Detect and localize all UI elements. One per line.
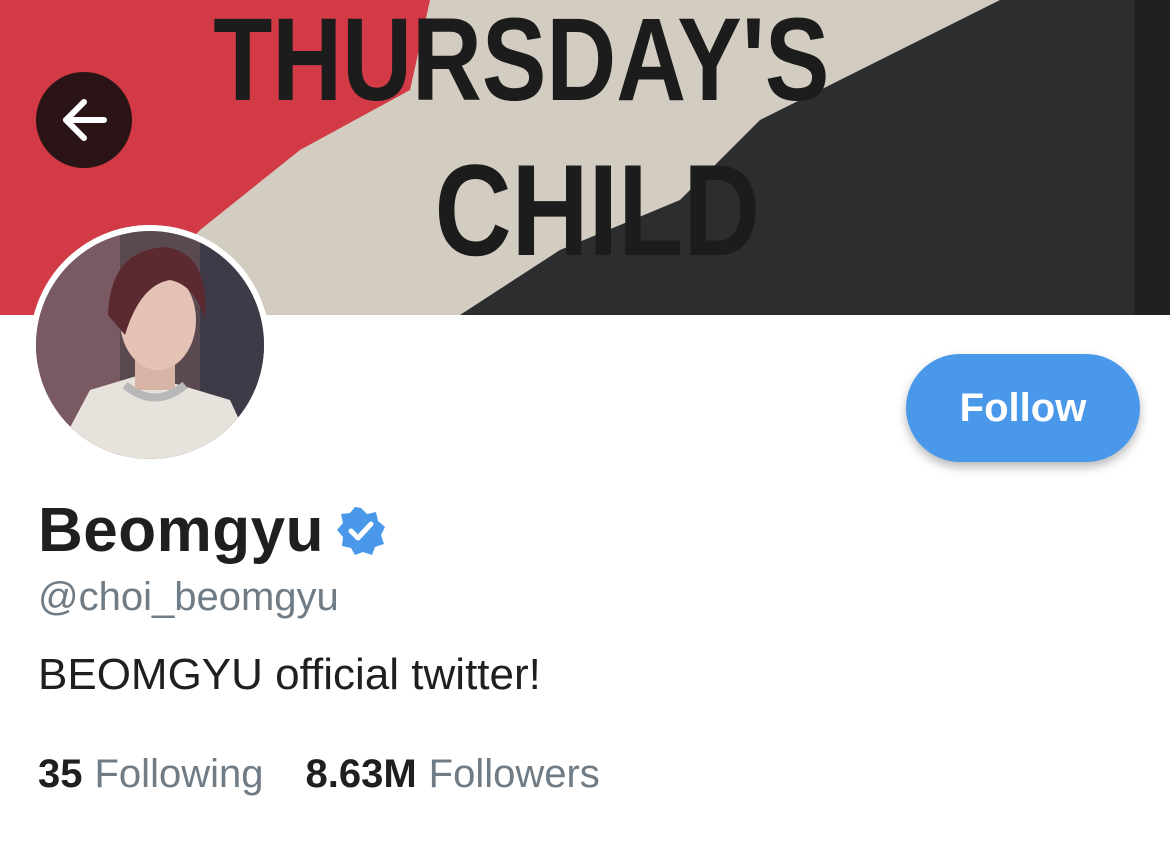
profile-name-row: Beomgyu [38,500,386,562]
username-handle: @choi_beomgyu [38,575,339,619]
following-label: Following [94,752,264,796]
following-count: 35 [38,752,83,796]
followers-stat[interactable]: 8.63M Followers [305,752,599,797]
following-stat[interactable]: 35 Following [38,752,263,797]
avatar-photo [30,225,270,465]
back-button[interactable] [36,72,132,168]
avatar[interactable] [30,225,270,465]
display-name: Beomgyu [38,496,324,565]
profile-bio: BEOMGYU official twitter! [38,650,541,699]
followers-count: 8.63M [305,752,417,796]
profile-stats: 35 Following 8.63M Followers [38,752,600,797]
followers-label: Followers [428,752,600,796]
verified-badge-icon [336,506,386,556]
follow-button[interactable]: Follow [906,354,1140,462]
arrow-left-icon [63,99,107,141]
banner-title-line1: THURSDAY'S [213,0,829,125]
